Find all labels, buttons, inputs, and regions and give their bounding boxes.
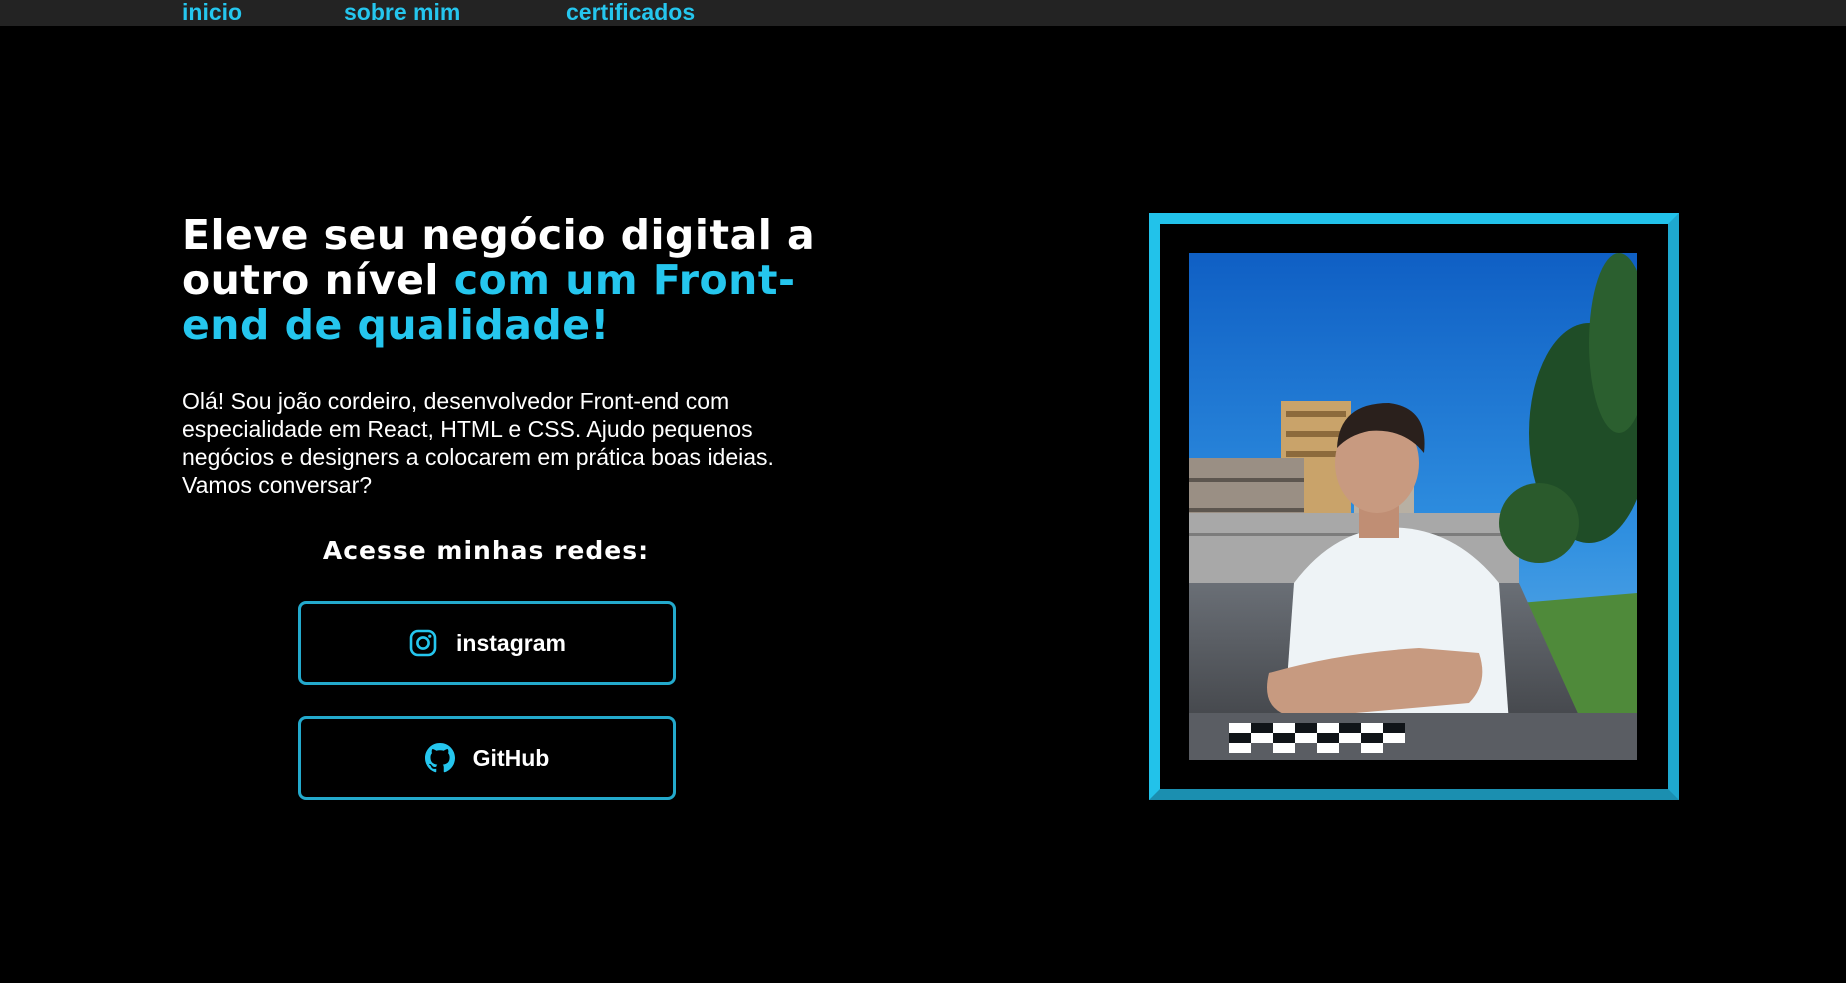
social-heading: Acesse minhas redes: xyxy=(322,536,650,565)
nav-link-inicio[interactable]: inicio xyxy=(182,0,242,27)
github-button-label: GitHub xyxy=(472,744,550,771)
top-navigation: inicio sobre mim certificados xyxy=(0,0,1846,26)
github-icon xyxy=(424,743,455,773)
instagram-button[interactable]: instagram xyxy=(298,601,676,685)
nav-link-certificados[interactable]: certificados xyxy=(566,0,695,27)
github-button[interactable]: GitHub xyxy=(298,716,676,800)
nav-link-sobre-mim[interactable]: sobre mim xyxy=(344,0,460,27)
profile-photo xyxy=(1189,253,1637,760)
hero-intro-text: Olá! Sou joão cordeiro, desenvolvedor Fr… xyxy=(182,388,774,498)
hero-headline: Eleve seu negócio digital a outro nível … xyxy=(182,213,822,348)
instagram-icon xyxy=(408,628,438,658)
instagram-button-label: instagram xyxy=(456,629,566,656)
